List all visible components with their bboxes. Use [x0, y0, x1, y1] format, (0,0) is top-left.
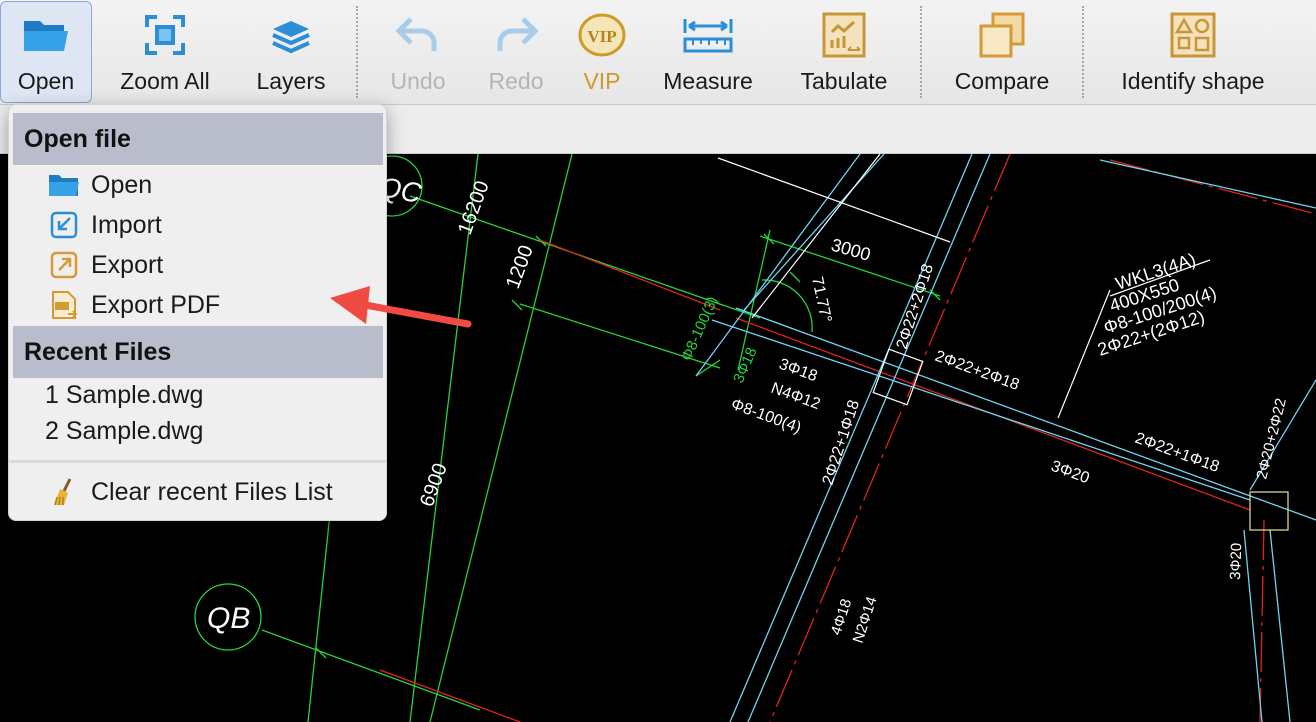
open-button[interactable]: Open: [0, 1, 92, 103]
compare-label: Compare: [954, 68, 1050, 94]
vip-label: VIP: [583, 68, 621, 94]
undo-label: Undo: [390, 68, 446, 94]
import-icon: [47, 208, 81, 242]
layers-icon: [261, 6, 321, 64]
undo-button[interactable]: Undo: [378, 2, 458, 102]
identify-shape-label: Identify shape: [1121, 68, 1265, 94]
vip-button[interactable]: VIP VIP: [570, 2, 634, 102]
tabulate-icon: [814, 6, 874, 64]
label-3phi20-vertical: 3Φ20: [1227, 543, 1245, 581]
recent-file-2[interactable]: 2 Sample.dwg: [45, 417, 203, 446]
measure-ruler-icon: [678, 6, 738, 64]
tabulate-label: Tabulate: [800, 68, 888, 94]
tabulate-button[interactable]: Tabulate: [790, 2, 898, 102]
recent-file-1[interactable]: 1 Sample.dwg: [45, 381, 203, 410]
redo-label: Redo: [488, 68, 544, 94]
zoom-all-label: Zoom All: [120, 68, 210, 94]
identify-shape-button[interactable]: Identify shape: [1106, 2, 1280, 102]
menu-item-import-label: Import: [91, 210, 162, 239]
compare-button[interactable]: Compare: [946, 2, 1058, 102]
axis-label-b: QB: [207, 602, 250, 635]
menu-item-export-label: Export: [91, 250, 164, 279]
layers-label: Layers: [256, 68, 326, 94]
menu-item-clear-recent-label: Clear recent Files List: [91, 477, 333, 506]
compare-icon: [972, 6, 1032, 64]
export-icon: [47, 248, 81, 282]
identify-shape-icon: [1163, 6, 1223, 64]
zoom-all-icon: [135, 6, 195, 64]
toolbar-separator: [1082, 6, 1084, 98]
vip-icon: VIP: [572, 6, 632, 64]
broom-icon: [47, 475, 81, 509]
overflow-placeholder: [1300, 6, 1316, 64]
menu-item-export-pdf-label: Export PDF: [91, 290, 221, 319]
menu-item-open[interactable]: Open: [13, 165, 383, 205]
redo-icon: [486, 6, 546, 64]
measure-label: Measure: [663, 68, 753, 94]
menu-item-clear-recent[interactable]: Clear recent Files List: [13, 472, 383, 512]
toolbar: Open Zoom All Layers Undo Redo VIP VIP M…: [0, 0, 1316, 105]
vip-icon-text: VIP: [587, 27, 616, 46]
menu-item-export[interactable]: Export: [13, 245, 383, 285]
redo-button[interactable]: Redo: [476, 2, 556, 102]
menu-header-open-file: Open file: [13, 113, 383, 165]
layers-button[interactable]: Layers: [246, 2, 336, 102]
menu-item-open-label: Open: [91, 170, 153, 199]
zoom-all-button[interactable]: Zoom All: [108, 2, 222, 102]
menu-divider: [9, 460, 386, 463]
menu-item-import[interactable]: Import: [13, 205, 383, 245]
toolbar-separator: [920, 6, 922, 98]
annotation-arrow-icon: [330, 286, 472, 328]
pdf-file-icon: [47, 288, 81, 322]
folder-open-icon: [47, 168, 81, 202]
toolbar-separator: [356, 6, 358, 98]
open-label: Open: [17, 68, 75, 94]
toolbar-overflow-button[interactable]: [1300, 2, 1316, 102]
measure-button[interactable]: Measure: [654, 2, 762, 102]
folder-open-icon: [16, 6, 76, 64]
undo-icon: [388, 6, 448, 64]
